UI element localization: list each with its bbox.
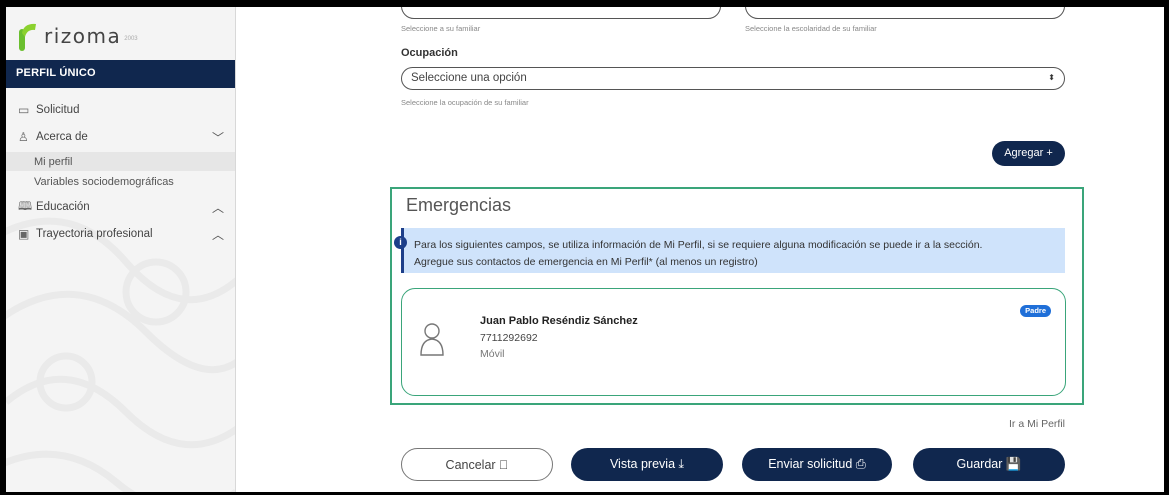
relationship-badge: Padre xyxy=(1020,305,1051,317)
ocupacion-select[interactable]: Seleccione una opción ⬍ xyxy=(401,67,1065,90)
sidebar-item-label: Solicitud xyxy=(36,104,80,116)
user-icon: ♙ xyxy=(18,130,29,144)
logo-text: rizoma xyxy=(44,24,122,48)
sidebar-item-label: Variables sociodemográficas xyxy=(34,175,174,188)
save-label: Guardar xyxy=(956,457,1003,471)
sidebar-item-label: Acerca de xyxy=(36,131,88,143)
contact-phone-type: Móvil xyxy=(480,348,505,360)
sidebar-item-label: Trayectoria profesional xyxy=(36,228,153,240)
familiar-hint: Seleccione a su familiar xyxy=(401,24,481,33)
document-icon: ▭ xyxy=(18,103,30,117)
info-text-line1: Para los siguientes campos, se utiliza i… xyxy=(414,239,983,251)
ocupacion-label: Ocupación xyxy=(401,47,458,59)
ocupacion-hint: Seleccione la ocupación de su familiar xyxy=(401,98,529,107)
sidebar-item-trayectoria[interactable]: ▣ Trayectoria profesional ︿ xyxy=(6,222,235,246)
mi-perfil-link[interactable]: Ir a Mi Perfil xyxy=(1009,418,1065,430)
badge-icon: ▣ xyxy=(18,227,30,241)
book-icon: 🕮 xyxy=(18,198,33,213)
app-window: rizoma 2003 PERFIL ÚNICO ▭ Solicitud ♙ A… xyxy=(6,7,1164,492)
rizoma-logo-icon xyxy=(19,23,36,51)
save-button[interactable]: Guardar 💾 xyxy=(913,448,1065,481)
send-label: Enviar solicitud xyxy=(768,457,853,471)
profile-title: PERFIL ÚNICO xyxy=(6,60,235,88)
sidebar-item-educacion[interactable]: 🕮 Educación ︿ xyxy=(6,195,235,219)
sidebar-item-label: Mi perfil xyxy=(34,155,73,168)
sidebar-item-label: Educación xyxy=(36,201,90,213)
info-alert: i Para los siguientes campos, se utiliza… xyxy=(394,228,1065,273)
ocupacion-value: Seleccione una opción xyxy=(411,72,527,84)
main-content: Seleccione a su familiar Seleccione la e… xyxy=(237,7,1164,492)
info-text-line2: Agregue sus contactos de emergencia en M… xyxy=(414,256,758,268)
section-title: Emergencias xyxy=(406,195,512,215)
sidebar-item-variables[interactable]: Variables sociodemográficas xyxy=(6,172,235,191)
chevron-down-icon: ﹀ xyxy=(211,130,224,145)
familiar-select[interactable] xyxy=(401,7,721,19)
contact-name: Juan Pablo Reséndiz Sánchez xyxy=(480,315,638,327)
send-document-icon: ⎙ xyxy=(855,457,866,471)
preview-label: Vista previa xyxy=(609,457,676,471)
chevron-up-icon: ︿ xyxy=(211,227,224,242)
logo[interactable]: rizoma 2003 xyxy=(16,19,138,53)
sidebar-item-solicitud[interactable]: ▭ Solicitud xyxy=(6,98,235,122)
download-icon: ⤓ xyxy=(678,457,685,471)
add-button[interactable]: Agregar + xyxy=(992,141,1065,166)
person-icon xyxy=(420,323,444,356)
chevron-up-icon: ︿ xyxy=(211,200,224,215)
sidebar-item-mi-perfil[interactable]: Mi perfil xyxy=(6,152,235,171)
contact-phone: 7711292692 xyxy=(480,332,538,344)
preview-button[interactable]: Vista previa ⤓ xyxy=(571,448,723,481)
cancel-button[interactable]: Cancelar ⃠ xyxy=(401,448,553,481)
sidebar-item-acerca-de[interactable]: ♙ Acerca de ﹀ xyxy=(6,125,235,149)
escolaridad-hint: Seleccione la escolaridad de su familiar xyxy=(745,24,877,33)
logo-subtext: 2003 xyxy=(124,36,138,42)
save-icon: 💾 xyxy=(1005,457,1022,471)
emergencias-section: Emergencias i Para los siguientes campos… xyxy=(390,187,1084,405)
select-arrows-icon: ⬍ xyxy=(1048,73,1055,82)
cancel-label: Cancelar xyxy=(445,458,496,472)
sidebar: rizoma 2003 PERFIL ÚNICO ▭ Solicitud ♙ A… xyxy=(6,7,236,492)
info-icon: i xyxy=(394,236,407,249)
escolaridad-select[interactable] xyxy=(745,7,1065,19)
send-request-button[interactable]: Enviar solicitud ⎙ xyxy=(742,448,892,481)
contact-card[interactable]: Juan Pablo Reséndiz Sánchez 7711292692 M… xyxy=(401,288,1066,396)
